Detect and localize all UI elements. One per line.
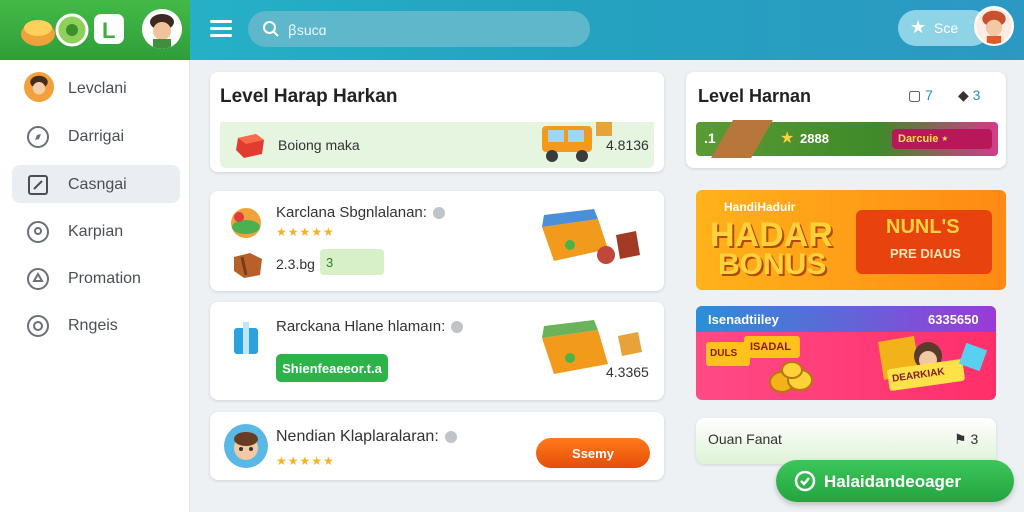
level-card: Level Harap Harkan Boiong maka 4.8136 bbox=[210, 72, 664, 172]
brand-area: L bbox=[0, 0, 190, 60]
sidebar-item-rngeis[interactable]: Rngeis bbox=[12, 306, 180, 344]
reward-label: Boiong maka bbox=[278, 137, 360, 153]
progress-strip: .1 ★ 2888 Darcuie ⋆ bbox=[696, 120, 998, 158]
info-icon[interactable] bbox=[451, 321, 464, 334]
search-icon bbox=[263, 21, 279, 37]
coins-icon bbox=[769, 361, 813, 393]
bonus-side-sub: PRE DIAUS bbox=[890, 246, 961, 261]
gift-box-icon bbox=[236, 134, 264, 158]
promo-header-left: Isenadtiiley bbox=[708, 312, 779, 327]
quest-price: 2.3.bg bbox=[276, 256, 315, 272]
info-icon[interactable] bbox=[444, 430, 457, 443]
kid-face-icon bbox=[234, 432, 258, 460]
promo-banner[interactable]: Isenadtiiley 6335650 DULS ISADAL DEARKIA… bbox=[696, 306, 996, 400]
sidebar-item-label: Karpian bbox=[68, 223, 124, 240]
strip-left-label: .1 bbox=[704, 130, 716, 146]
avatar-icon bbox=[24, 72, 54, 102]
bonus-banner[interactable]: HandiHaduir HADAR BONUS NUNL'S PRE DIAUS bbox=[696, 190, 1006, 290]
compass-icon bbox=[27, 126, 49, 148]
quest-title: Karclana Sbgnlalanan: bbox=[276, 204, 445, 221]
location-icon bbox=[27, 221, 49, 243]
challenge-avatar bbox=[224, 424, 268, 468]
info-icon[interactable] bbox=[432, 207, 445, 220]
sidebar-item-label: Darrigai bbox=[68, 128, 125, 145]
sidebar-item-label: Rngeis bbox=[68, 317, 118, 334]
favorites-label: Sce bbox=[934, 20, 959, 36]
quest-chip[interactable]: 3 bbox=[320, 249, 384, 275]
sidebar-item-karpian[interactable]: Karpian bbox=[12, 212, 180, 250]
strip-value: 2888 bbox=[800, 131, 829, 146]
sidebar-item-darrigai[interactable]: Darrigai bbox=[12, 117, 180, 155]
star-icon: ★ bbox=[910, 17, 927, 37]
tag-icon bbox=[27, 268, 49, 290]
primary-action-label: Halaidandeoager bbox=[824, 472, 961, 491]
quest-card[interactable]: Karclana Sbgnlalanan: ★★★★★ 2.3.bg 3 bbox=[210, 191, 664, 291]
count-a[interactable]: ▢ 7 bbox=[908, 87, 933, 104]
challenge-title: Nendian Klaplaralaran: bbox=[276, 428, 457, 446]
edit-icon bbox=[28, 175, 48, 195]
crown-icon: ⚑ bbox=[954, 431, 967, 447]
check-badge-icon bbox=[794, 470, 816, 492]
reward-strip: Boiong maka 4.8136 bbox=[220, 122, 654, 168]
star-icon: ★ bbox=[780, 130, 795, 147]
search-placeholder: ꞵsucɑ bbox=[288, 22, 327, 38]
sidebar-item-label: Promation bbox=[68, 270, 141, 287]
profile-face-icon bbox=[976, 8, 1012, 44]
bonus-tag: HandiHaduir bbox=[724, 200, 796, 214]
task-action-button[interactable]: Shienfeaeeor.t.a bbox=[276, 354, 388, 382]
challenge-action-button[interactable]: Ssemy bbox=[536, 438, 650, 468]
user-avatar[interactable] bbox=[142, 9, 182, 49]
rating-stars: ★★★★★ bbox=[276, 225, 335, 239]
bag-icon: ▢ bbox=[908, 87, 922, 103]
task-title: Rarckana Hlane hlamaın: bbox=[276, 318, 464, 335]
app-logo[interactable]: L bbox=[18, 10, 130, 48]
sidebar: Levclani Darrigai Casngai Karpian Promat… bbox=[0, 60, 190, 512]
strip-badge[interactable]: Darcuie ⋆ bbox=[892, 129, 992, 149]
bottom-info-label: Ouan Fanat bbox=[708, 431, 782, 447]
bottom-info-count: ⚑ 3 bbox=[954, 431, 979, 447]
crate-icon bbox=[234, 253, 262, 278]
food-icon bbox=[231, 208, 261, 238]
task-card[interactable]: Rarckana Hlane hlamaın: Shienfeaeeor.t.a… bbox=[210, 302, 664, 400]
count-b[interactable]: ◆ 3 bbox=[958, 87, 980, 104]
promo-header-right: 6335650 bbox=[928, 312, 979, 327]
sidebar-item-levclani[interactable]: Levclani bbox=[12, 69, 180, 107]
profile-avatar[interactable] bbox=[974, 6, 1014, 46]
promo-header: Isenadtiiley 6335650 bbox=[696, 306, 996, 332]
rating-stars: ★★★★★ bbox=[276, 454, 335, 468]
bonus-side-title: NUNL'S bbox=[886, 216, 960, 238]
card-title: Level Harnan bbox=[698, 86, 812, 106]
avatar-face-icon bbox=[142, 9, 182, 49]
package-icon bbox=[234, 322, 258, 354]
challenge-card[interactable]: Nendian Klaplaralaran: ★★★★★ Ssemy bbox=[210, 412, 664, 480]
bottom-info-card[interactable]: Ouan Fanat ⚑ 3 bbox=[696, 418, 996, 464]
right-level-card: Level Harnan ▢ 7 ◆ 3 .1 ★ 2888 Darcuie ⋆ bbox=[686, 72, 1006, 168]
sidebar-item-label: Levclani bbox=[68, 80, 127, 97]
wood-plank bbox=[711, 120, 773, 158]
primary-action-button[interactable]: Halaidandeoager bbox=[776, 460, 1014, 502]
task-value: 4.3365 bbox=[606, 364, 649, 380]
svg-text:L: L bbox=[102, 18, 115, 43]
reward-value: 4.8136 bbox=[606, 137, 649, 153]
promo-chip: ISADAL bbox=[744, 336, 800, 358]
sidebar-item-casngai[interactable]: Casngai bbox=[12, 165, 180, 203]
bonus-title-line2: BONUS bbox=[718, 248, 827, 281]
sidebar-item-label: Casngai bbox=[68, 176, 127, 193]
search-bar[interactable]: ꞵsucɑ bbox=[248, 11, 590, 47]
bonus-side-panel: NUNL'S PRE DIAUS bbox=[856, 210, 992, 274]
settings-icon bbox=[27, 315, 49, 337]
tag-icon: ◆ bbox=[958, 87, 969, 103]
cart-icon bbox=[542, 122, 612, 162]
menu-button[interactable] bbox=[208, 16, 234, 42]
sidebar-item-promation[interactable]: Promation bbox=[12, 259, 180, 297]
card-title: Level Harap Harkan bbox=[220, 86, 398, 107]
treasure-chest-icon bbox=[542, 209, 640, 264]
top-bar: L ꞵsucɑ ★ Sce bbox=[0, 0, 1024, 60]
